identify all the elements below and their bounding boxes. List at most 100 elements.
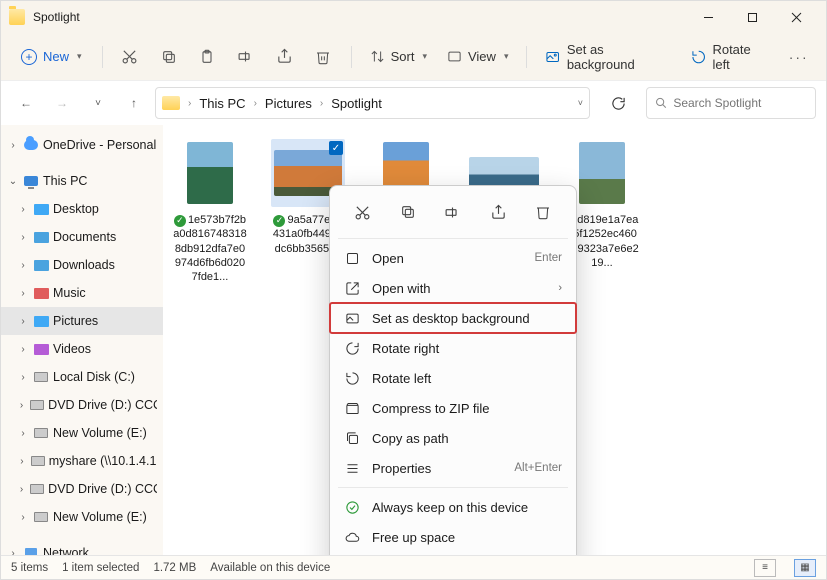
sidebar-item-desktop[interactable]: ›Desktop	[1, 195, 163, 223]
ctx-properties[interactable]: PropertiesAlt+Enter	[330, 453, 576, 483]
more-button[interactable]: ···	[781, 41, 816, 73]
ctx-cut-button[interactable]	[349, 198, 377, 226]
sidebar-item-onedrive[interactable]: ›OneDrive - Personal	[1, 131, 163, 159]
ctx-copy-path[interactable]: Copy as path	[330, 423, 576, 453]
chevron-down-icon: ▾	[504, 51, 509, 62]
sidebar-item-localc[interactable]: ›Local Disk (C:)	[1, 363, 163, 391]
open-icon	[344, 250, 360, 266]
breadcrumb-thispc[interactable]: This PC	[195, 94, 249, 113]
open-with-icon	[344, 280, 360, 296]
checkbox-checked-icon[interactable]: ✓	[329, 141, 343, 155]
delete-button[interactable]	[306, 41, 341, 73]
status-selected: 1 item selected	[62, 562, 139, 574]
rotate-left-button[interactable]: Rotate left	[683, 36, 777, 78]
ctx-free-up-space[interactable]: Free up space	[330, 522, 576, 552]
sidebar-item-network[interactable]: ›Network	[1, 539, 163, 555]
drive-icon	[34, 372, 48, 382]
ctx-copy-button[interactable]	[394, 198, 422, 226]
set-bg-label: Set as background	[567, 42, 671, 72]
cloud-icon	[344, 529, 360, 545]
view-grid-button[interactable]: ▦	[794, 559, 816, 577]
rotate-left-label: Rotate left	[712, 42, 769, 72]
set-background-button[interactable]: Set as background	[537, 36, 679, 78]
new-button[interactable]: + New ▾	[11, 43, 92, 71]
chevron-right-icon: ›	[558, 282, 562, 294]
forward-button[interactable]: →	[47, 88, 77, 118]
sort-icon	[370, 49, 385, 64]
chevron-down-icon[interactable]: ˅	[578, 98, 583, 108]
rename-button[interactable]	[229, 41, 264, 73]
sidebar-item-thispc[interactable]: ⌄This PC	[1, 167, 163, 195]
network-icon	[25, 548, 37, 555]
titlebar: Spotlight	[1, 1, 826, 33]
sidebar-item-pictures[interactable]: ›Pictures	[1, 307, 163, 335]
rotate-right-icon	[344, 340, 360, 356]
folder-icon	[162, 96, 180, 110]
copy-button[interactable]	[151, 41, 186, 73]
rotate-left-icon	[344, 370, 360, 386]
search-input[interactable]	[673, 96, 807, 110]
search-box[interactable]	[646, 87, 816, 119]
rotate-left-icon	[691, 49, 706, 65]
cut-button[interactable]	[113, 41, 148, 73]
copy-path-icon	[344, 430, 360, 446]
paste-button[interactable]	[190, 41, 225, 73]
sync-icon: ✓	[174, 215, 186, 227]
cloud-icon	[24, 140, 38, 150]
content-area: ✓1e573b7f2ba0d8167483188db912dfa7e0974d6…	[163, 125, 826, 555]
music-icon	[34, 288, 49, 299]
videos-icon	[34, 344, 49, 355]
keep-icon	[344, 499, 360, 515]
background-icon	[545, 49, 560, 65]
refresh-button[interactable]	[602, 87, 634, 119]
ctx-onedrive[interactable]: OneDrive›	[330, 552, 576, 555]
recent-dropdown[interactable]: ˅	[83, 88, 113, 118]
view-list-button[interactable]: ≡	[754, 559, 776, 577]
sidebar-item-newvol2[interactable]: ›New Volume (E:)	[1, 503, 163, 531]
ctx-rename-button[interactable]	[439, 198, 467, 226]
navbar: ← → ˅ ↑ › This PC › Pictures › Spotlight…	[1, 81, 826, 125]
ctx-always-keep[interactable]: Always keep on this device	[330, 492, 576, 522]
sort-button[interactable]: Sort ▾	[362, 43, 435, 70]
sync-icon: ✓	[273, 215, 285, 227]
minimize-button[interactable]	[686, 2, 730, 32]
sidebar-item-downloads[interactable]: ›Downloads	[1, 251, 163, 279]
ctx-compress-zip[interactable]: Compress to ZIP file	[330, 393, 576, 423]
ctx-share-button[interactable]	[484, 198, 512, 226]
properties-icon	[344, 460, 360, 476]
documents-icon	[34, 232, 49, 243]
sidebar-item-dvd1[interactable]: ›DVD Drive (D:) CCCOMA	[1, 391, 163, 419]
sort-label: Sort	[391, 49, 415, 64]
close-button[interactable]	[774, 2, 818, 32]
maximize-button[interactable]	[730, 2, 774, 32]
drive-icon	[34, 428, 48, 438]
sidebar-item-videos[interactable]: ›Videos	[1, 335, 163, 363]
sidebar-item-newvol1[interactable]: ›New Volume (E:)	[1, 419, 163, 447]
disc-icon	[30, 484, 44, 494]
sidebar-item-dvd2[interactable]: ›DVD Drive (D:) CCCOMA	[1, 475, 163, 503]
back-button[interactable]: ←	[11, 88, 41, 118]
sidebar-item-documents[interactable]: ›Documents	[1, 223, 163, 251]
sidebar-item-myshare[interactable]: ›myshare (\\10.1.4.173) (	[1, 447, 163, 475]
up-button[interactable]: ↑	[119, 88, 149, 118]
plus-icon: +	[21, 49, 37, 65]
breadcrumb-pictures[interactable]: Pictures	[261, 94, 316, 113]
file-item[interactable]: ✓1e573b7f2ba0d8167483188db912dfa7e0974d6…	[173, 139, 247, 284]
ctx-rotate-left[interactable]: Rotate left	[330, 363, 576, 393]
breadcrumb-spotlight[interactable]: Spotlight	[327, 94, 386, 113]
ctx-set-desktop-background[interactable]: Set as desktop background	[330, 303, 576, 333]
status-size: 1.72 MB	[153, 562, 196, 574]
status-bar: 5 items 1 item selected 1.72 MB Availabl…	[1, 555, 826, 579]
address-bar[interactable]: › This PC › Pictures › Spotlight ˅	[155, 87, 590, 119]
ctx-open-with[interactable]: Open with›	[330, 273, 576, 303]
ctx-rotate-right[interactable]: Rotate right	[330, 333, 576, 363]
ctx-open[interactable]: OpenEnter	[330, 243, 576, 273]
share-button[interactable]	[267, 41, 302, 73]
sidebar: ›OneDrive - Personal ⌄This PC ›Desktop ›…	[1, 125, 163, 555]
ctx-delete-button[interactable]	[529, 198, 557, 226]
view-button[interactable]: View ▾	[439, 43, 516, 70]
chevron-down-icon: ▾	[422, 51, 427, 62]
disc-icon	[30, 400, 44, 410]
view-icon	[447, 49, 462, 64]
sidebar-item-music[interactable]: ›Music	[1, 279, 163, 307]
